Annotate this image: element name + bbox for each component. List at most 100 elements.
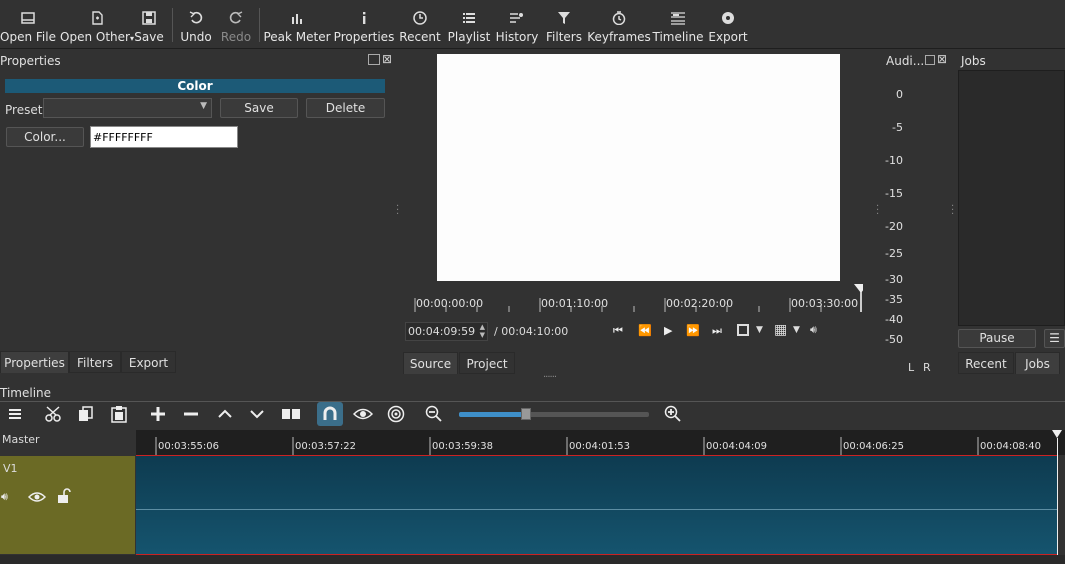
- jobs-list[interactable]: [958, 70, 1065, 326]
- properties-button[interactable]: Properties: [334, 0, 394, 48]
- history-icon: [509, 8, 525, 28]
- player-ruler-tick: 00:01:10:00: [541, 297, 609, 310]
- player-ruler-tick: 00:02:20:00: [666, 297, 734, 310]
- timeline-button[interactable]: Timeline: [652, 0, 704, 48]
- lift-icon[interactable]: [214, 404, 236, 424]
- clock-icon: [413, 8, 427, 28]
- cut-icon[interactable]: [43, 404, 65, 424]
- unlock-icon[interactable]: [56, 488, 72, 504]
- float-icon[interactable]: [925, 55, 935, 65]
- overwrite-icon[interactable]: [246, 404, 268, 424]
- play-icon[interactable]: ▶: [664, 324, 672, 337]
- close-icon[interactable]: ⊠: [382, 52, 392, 66]
- ripple-target-icon[interactable]: [385, 404, 407, 424]
- menu-icon[interactable]: [4, 404, 26, 424]
- chevron-down-icon[interactable]: ▼: [793, 325, 800, 335]
- time-spinner-icon[interactable]: ▲ ▼: [480, 323, 485, 339]
- timeline-scrollbar[interactable]: [0, 555, 1065, 564]
- master-track-header[interactable]: Master: [0, 430, 135, 455]
- player-ruler-tick: 00:00:00:00: [416, 297, 484, 310]
- append-icon[interactable]: [147, 404, 169, 424]
- snap-magnet-icon[interactable]: [317, 402, 343, 426]
- audio-mute-icon[interactable]: 🔊︎: [1, 490, 8, 504]
- audio-meter-title: Audi...: [886, 54, 925, 68]
- splitter-handle[interactable]: · · ·: [951, 202, 954, 220]
- playlist-button[interactable]: Playlist: [447, 0, 491, 48]
- float-icon[interactable]: [368, 54, 380, 65]
- timeline-playhead[interactable]: [1057, 438, 1058, 555]
- vu-scale-label: -40: [885, 313, 903, 326]
- filters-button[interactable]: Filters: [545, 0, 583, 48]
- v1-track-header[interactable]: V1 🔊︎: [0, 456, 135, 554]
- paste-icon[interactable]: [108, 404, 130, 424]
- vu-scale-label: -5: [892, 121, 903, 134]
- current-time-field[interactable]: 00:04:09:59 ▲ ▼: [405, 322, 488, 341]
- history-button[interactable]: History: [496, 0, 538, 48]
- remove-icon[interactable]: [180, 404, 202, 424]
- redo-button[interactable]: Redo: [220, 0, 252, 48]
- close-icon[interactable]: ⊠: [937, 52, 947, 66]
- clip-waveform-line: [136, 509, 1057, 510]
- open-file-button[interactable]: Open File: [0, 0, 56, 48]
- vu-scale-label: -30: [885, 273, 903, 286]
- timeline-ruler[interactable]: 00:03:55:06 00:03:57:22 00:03:59:38 00:0…: [136, 430, 1065, 455]
- timeline-ruler-tick: 00:04:06:25: [843, 441, 905, 452]
- tab-jobs[interactable]: Jobs: [1015, 352, 1060, 374]
- splitter-handle[interactable]: ······: [543, 372, 557, 383]
- preset-delete-button[interactable]: Delete: [306, 98, 385, 118]
- splitter-handle[interactable]: · · ·: [876, 202, 879, 220]
- zoom-out-icon[interactable]: [423, 404, 445, 424]
- timeline-label: Timeline: [652, 30, 704, 44]
- export-button[interactable]: Export: [708, 0, 748, 48]
- splitter-handle[interactable]: · · ·: [396, 202, 399, 220]
- zoom-slider[interactable]: [459, 408, 649, 420]
- preset-save-button[interactable]: Save: [220, 98, 298, 118]
- hide-track-eye-icon[interactable]: [28, 491, 46, 503]
- preset-dropdown[interactable]: ▼: [43, 98, 212, 118]
- total-duration: / 00:04:10:00: [494, 325, 569, 338]
- skip-to-start-icon[interactable]: ⏮: [613, 324, 623, 338]
- pause-jobs-button[interactable]: Pause: [958, 329, 1036, 348]
- color-picker-button[interactable]: Color...: [6, 127, 84, 147]
- scrub-eye-icon[interactable]: [352, 404, 374, 424]
- zoom-fit-icon[interactable]: [737, 324, 749, 336]
- tab-properties[interactable]: Properties: [0, 351, 69, 373]
- preset-label: Preset: [5, 103, 43, 117]
- chevron-down-icon: ▼: [200, 101, 207, 111]
- timeline-ruler-tick: 00:03:57:22: [295, 441, 357, 452]
- grid-icon[interactable]: ▦: [774, 322, 787, 338]
- player-ruler[interactable]: 00:00:00:00 00:01:10:00 00:02:20:00 00:0…: [413, 284, 863, 312]
- jobs-menu-icon[interactable]: ☰: [1044, 329, 1065, 348]
- timeline-divider: [0, 401, 1065, 402]
- tab-project[interactable]: Project: [459, 352, 515, 374]
- volume-icon[interactable]: 🔊︎: [810, 323, 817, 337]
- keyframes-button[interactable]: Keyframes: [587, 0, 651, 48]
- save-button[interactable]: Save: [134, 0, 164, 48]
- peak-meter-label: Peak Meter: [263, 30, 331, 44]
- skip-to-end-icon[interactable]: ⏭: [712, 324, 722, 338]
- playlist-label: Playlist: [447, 30, 491, 44]
- timeline-ruler-tick: 00:04:04:09: [706, 441, 768, 452]
- open-other-button[interactable]: Open Other▾: [60, 0, 134, 48]
- tab-filters[interactable]: Filters: [69, 351, 121, 373]
- tab-export[interactable]: Export: [121, 351, 176, 373]
- color-clip[interactable]: [136, 455, 1057, 555]
- undo-button[interactable]: Undo: [180, 0, 212, 48]
- chevron-down-icon[interactable]: ▼: [756, 325, 763, 335]
- redo-label: Redo: [220, 30, 252, 44]
- tab-recent[interactable]: Recent: [958, 352, 1014, 374]
- tab-source[interactable]: Source: [403, 352, 458, 374]
- color-value-field[interactable]: [90, 126, 238, 148]
- fast-forward-icon[interactable]: ⏩: [686, 324, 700, 337]
- properties-panel: Properties ⊠ Color Preset ▼ Save Delete …: [0, 52, 396, 376]
- rewind-icon[interactable]: ⏪: [638, 324, 652, 337]
- peak-meter-button[interactable]: Peak Meter: [263, 0, 331, 48]
- split-icon[interactable]: [280, 404, 302, 424]
- recent-button[interactable]: Recent: [399, 0, 441, 48]
- info-icon: [357, 8, 371, 28]
- vu-scale-label: -50: [885, 333, 903, 346]
- copy-icon[interactable]: [75, 404, 97, 424]
- zoom-slider-handle[interactable]: [520, 408, 531, 420]
- timeline-icon: [670, 8, 686, 28]
- zoom-in-icon[interactable]: [662, 404, 684, 424]
